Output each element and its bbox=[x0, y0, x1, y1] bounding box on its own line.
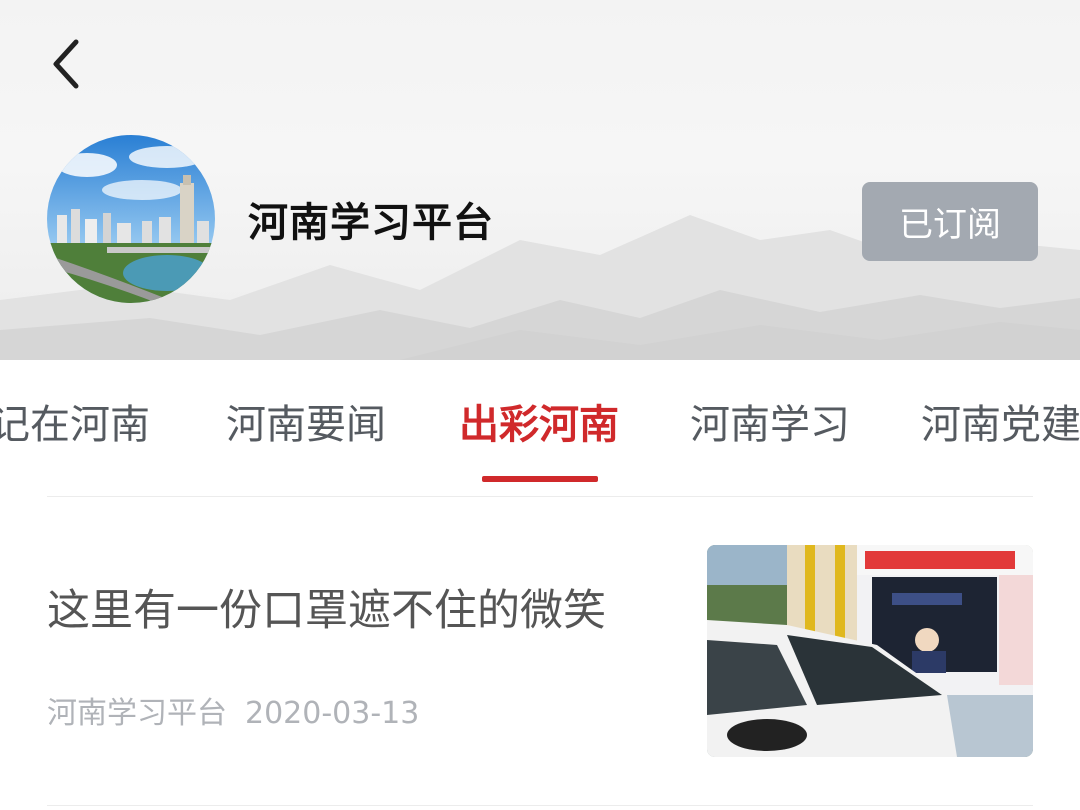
article-title[interactable]: 这里有一份口罩遮不住的微笑 bbox=[47, 576, 606, 638]
article-item[interactable]: 这里有一份口罩遮不住的微笑 河南学习平台 2020-03-13 bbox=[0, 500, 1080, 800]
channel-avatar bbox=[47, 135, 215, 303]
tab-henan-xuexi[interactable]: 河南学习 bbox=[690, 392, 850, 450]
chevron-left-icon bbox=[53, 39, 79, 89]
channel-title: 河南学习平台 bbox=[248, 199, 494, 246]
tab-ji-zai-henan[interactable]: 记在河南 bbox=[0, 392, 150, 450]
tab-henan-dangjian[interactable]: 河南党建 bbox=[921, 392, 1080, 450]
active-tab-indicator bbox=[482, 476, 598, 482]
subscribed-button[interactable]: 已订阅 bbox=[862, 182, 1038, 261]
divider bbox=[47, 805, 1033, 806]
article-thumbnail[interactable] bbox=[707, 545, 1033, 757]
city-skyline-photo bbox=[47, 135, 215, 303]
article-source: 河南学习平台 bbox=[47, 696, 227, 731]
channel-header: 河南学习平台 已订阅 bbox=[0, 0, 1080, 360]
toll-station-car-photo bbox=[707, 545, 1033, 757]
article-date: 2020-03-13 bbox=[245, 696, 420, 731]
tab-chucai-henan[interactable]: 出彩河南 bbox=[459, 392, 619, 450]
article-meta: 河南学习平台 2020-03-13 bbox=[47, 688, 419, 732]
divider bbox=[47, 496, 1033, 497]
category-tabs: 记在河南 河南要闻 出彩河南 河南学习 河南党建 bbox=[0, 360, 1080, 484]
tab-henan-yaowen[interactable]: 河南要闻 bbox=[226, 392, 386, 450]
back-button[interactable] bbox=[44, 34, 94, 94]
